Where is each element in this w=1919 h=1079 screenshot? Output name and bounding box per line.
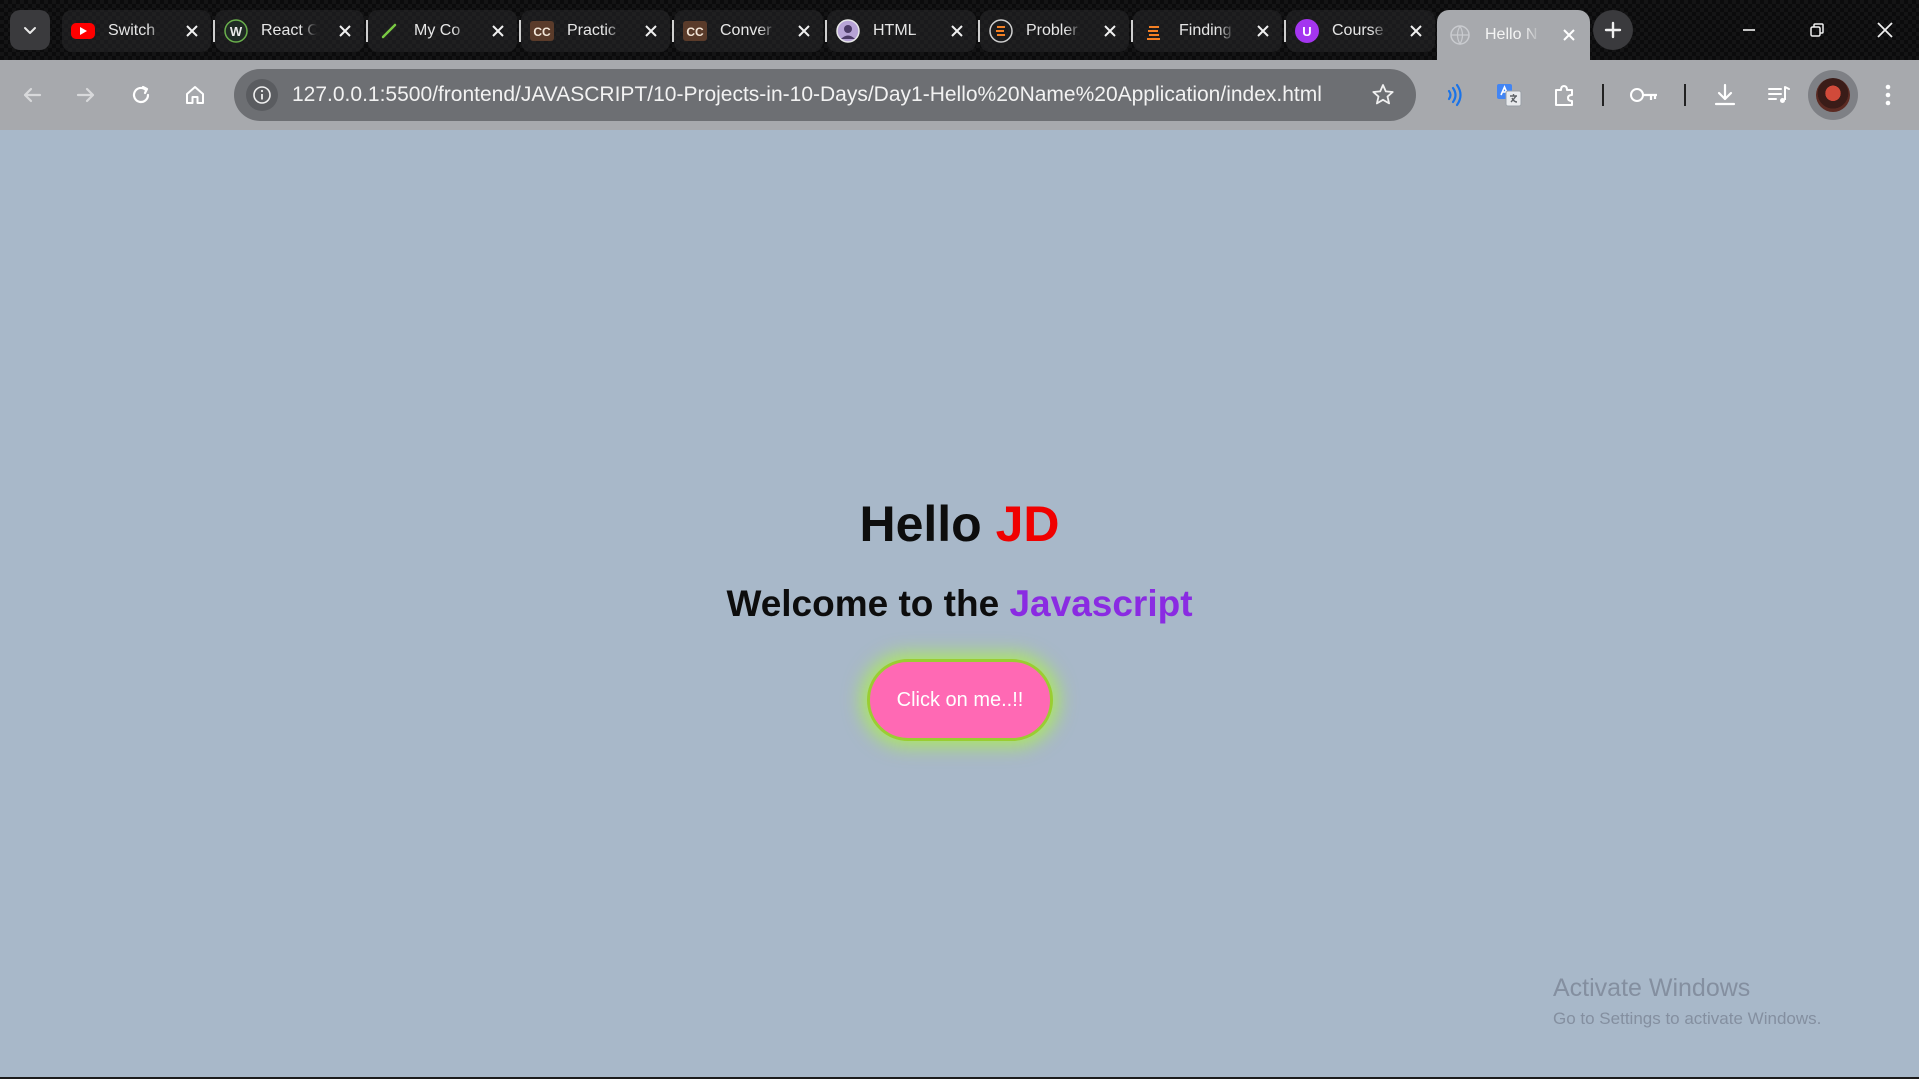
close-icon[interactable] xyxy=(1405,20,1427,42)
close-icon[interactable] xyxy=(1252,20,1274,42)
close-icon[interactable] xyxy=(487,20,509,42)
close-icon[interactable] xyxy=(1099,20,1121,42)
home-button[interactable] xyxy=(177,77,213,113)
watermark-subtitle: Go to Settings to activate Windows. xyxy=(1553,1009,1822,1028)
tab-title: HTML xyxy=(873,22,917,39)
download-icon xyxy=(1714,83,1736,106)
udemy-icon: U xyxy=(1294,18,1320,44)
hello-prefix: Hello xyxy=(859,496,996,552)
read-aloud-button[interactable] xyxy=(1436,77,1472,113)
site-info-icon[interactable] xyxy=(246,79,278,111)
stack-icon xyxy=(1141,18,1167,44)
tab-strip: Switch W React C My Co CC Practic CC Con… xyxy=(60,10,1590,60)
svg-text:CC: CC xyxy=(533,25,551,39)
sound-waves-icon xyxy=(1447,83,1462,107)
home-icon xyxy=(186,86,204,104)
svg-text:U: U xyxy=(1302,24,1311,39)
svg-text:W: W xyxy=(230,24,243,39)
reload-icon xyxy=(132,85,150,104)
toolbar-divider xyxy=(1602,84,1604,106)
translate-icon xyxy=(1497,84,1522,107)
welcome-prefix: Welcome to the xyxy=(726,583,1010,624)
cc-icon: CC xyxy=(682,18,708,44)
close-icon xyxy=(1877,22,1893,38)
stack-icon xyxy=(988,18,1014,44)
hello-heading: Hello JD xyxy=(0,495,1919,553)
menu-button[interactable] xyxy=(1870,77,1906,113)
page-viewport: Hello JD Welcome to the Javascript Click… xyxy=(0,130,1919,1079)
watermark-title: Activate Windows xyxy=(1553,974,1751,1002)
tab-title: My Co xyxy=(414,22,461,39)
browser-toolbar: 127.0.0.1:5500/frontend/JAVASCRIPT/10-Pr… xyxy=(0,60,1919,130)
welcome-language: Javascript xyxy=(1009,583,1193,624)
url-text[interactable]: 127.0.0.1:5500/frontend/JAVASCRIPT/10-Pr… xyxy=(292,83,1322,107)
restore-icon xyxy=(1810,23,1824,37)
tab-problem[interactable]: Probler xyxy=(978,10,1133,52)
browser-titlebar: Switch W React C My Co CC Practic CC Con… xyxy=(0,0,1919,60)
puzzle-icon xyxy=(1555,85,1573,106)
new-tab-button[interactable] xyxy=(1593,10,1633,50)
downloads-button[interactable] xyxy=(1707,77,1743,113)
tab-react[interactable]: W React C xyxy=(213,10,368,52)
address-bar[interactable]: 127.0.0.1:5500/frontend/JAVASCRIPT/10-Pr… xyxy=(234,69,1416,121)
tab-title: Switch xyxy=(108,22,156,39)
minimize-button[interactable] xyxy=(1715,0,1783,60)
extensions-button[interactable] xyxy=(1546,77,1582,113)
tab-my-code[interactable]: My Co xyxy=(366,10,521,52)
tab-switch[interactable]: Switch xyxy=(60,10,215,52)
tab-practice[interactable]: CC Practic xyxy=(519,10,674,52)
tab-title: Conver xyxy=(720,22,772,39)
close-icon[interactable] xyxy=(640,20,662,42)
close-icon[interactable] xyxy=(946,20,968,42)
w3-icon: W xyxy=(223,18,249,44)
globe-icon xyxy=(1447,22,1473,48)
tab-title: Course xyxy=(1332,22,1384,39)
arrow-left-icon xyxy=(23,87,42,103)
windows-activation-watermark: Activate Windows Go to Settings to activ… xyxy=(1553,974,1821,1029)
tab-title: Practic xyxy=(567,22,616,39)
tab-title: Finding xyxy=(1179,22,1232,39)
passwords-button[interactable] xyxy=(1626,77,1662,113)
chevron-down-icon xyxy=(24,27,36,34)
close-icon[interactable] xyxy=(793,20,815,42)
close-window-button[interactable] xyxy=(1851,0,1919,60)
minimize-icon xyxy=(1743,29,1755,31)
toolbar-divider xyxy=(1684,84,1686,106)
restore-button[interactable] xyxy=(1783,0,1851,60)
tab-title: React C xyxy=(261,22,317,39)
star-icon[interactable] xyxy=(1370,82,1396,113)
hello-name: JD xyxy=(995,496,1060,552)
forward-button[interactable] xyxy=(68,77,104,113)
click-me-button[interactable]: Click on me..!! xyxy=(867,659,1053,741)
avatar xyxy=(1816,78,1850,112)
playlist-icon xyxy=(1768,86,1790,103)
tab-course[interactable]: U Course xyxy=(1284,10,1437,52)
translate-button[interactable] xyxy=(1491,77,1527,113)
close-icon[interactable] xyxy=(1558,24,1580,46)
profile-button[interactable] xyxy=(1808,70,1858,120)
youtube-icon xyxy=(70,18,96,44)
more-vertical-icon xyxy=(1885,84,1891,106)
plus-icon xyxy=(1604,21,1622,39)
svg-text:CC: CC xyxy=(686,25,704,39)
close-icon[interactable] xyxy=(181,20,203,42)
key-icon xyxy=(1630,88,1657,102)
media-controls-button[interactable] xyxy=(1761,77,1797,113)
welcome-heading: Welcome to the Javascript xyxy=(0,583,1919,625)
tab-search-button[interactable] xyxy=(10,10,50,50)
close-icon[interactable] xyxy=(334,20,356,42)
tab-convert[interactable]: CC Conver xyxy=(672,10,827,52)
tab-finding[interactable]: Finding xyxy=(1131,10,1286,52)
leaf-icon xyxy=(376,18,402,44)
tab-html[interactable]: HTML xyxy=(825,10,980,52)
tab-hello-name[interactable]: Hello N xyxy=(1437,10,1590,60)
avatar-icon xyxy=(835,18,861,44)
cc-icon: CC xyxy=(529,18,555,44)
back-button[interactable] xyxy=(14,77,50,113)
arrow-right-icon xyxy=(76,87,95,103)
reload-button[interactable] xyxy=(123,77,159,113)
tab-title: Probler xyxy=(1026,22,1078,39)
tab-title: Hello N xyxy=(1485,26,1538,43)
